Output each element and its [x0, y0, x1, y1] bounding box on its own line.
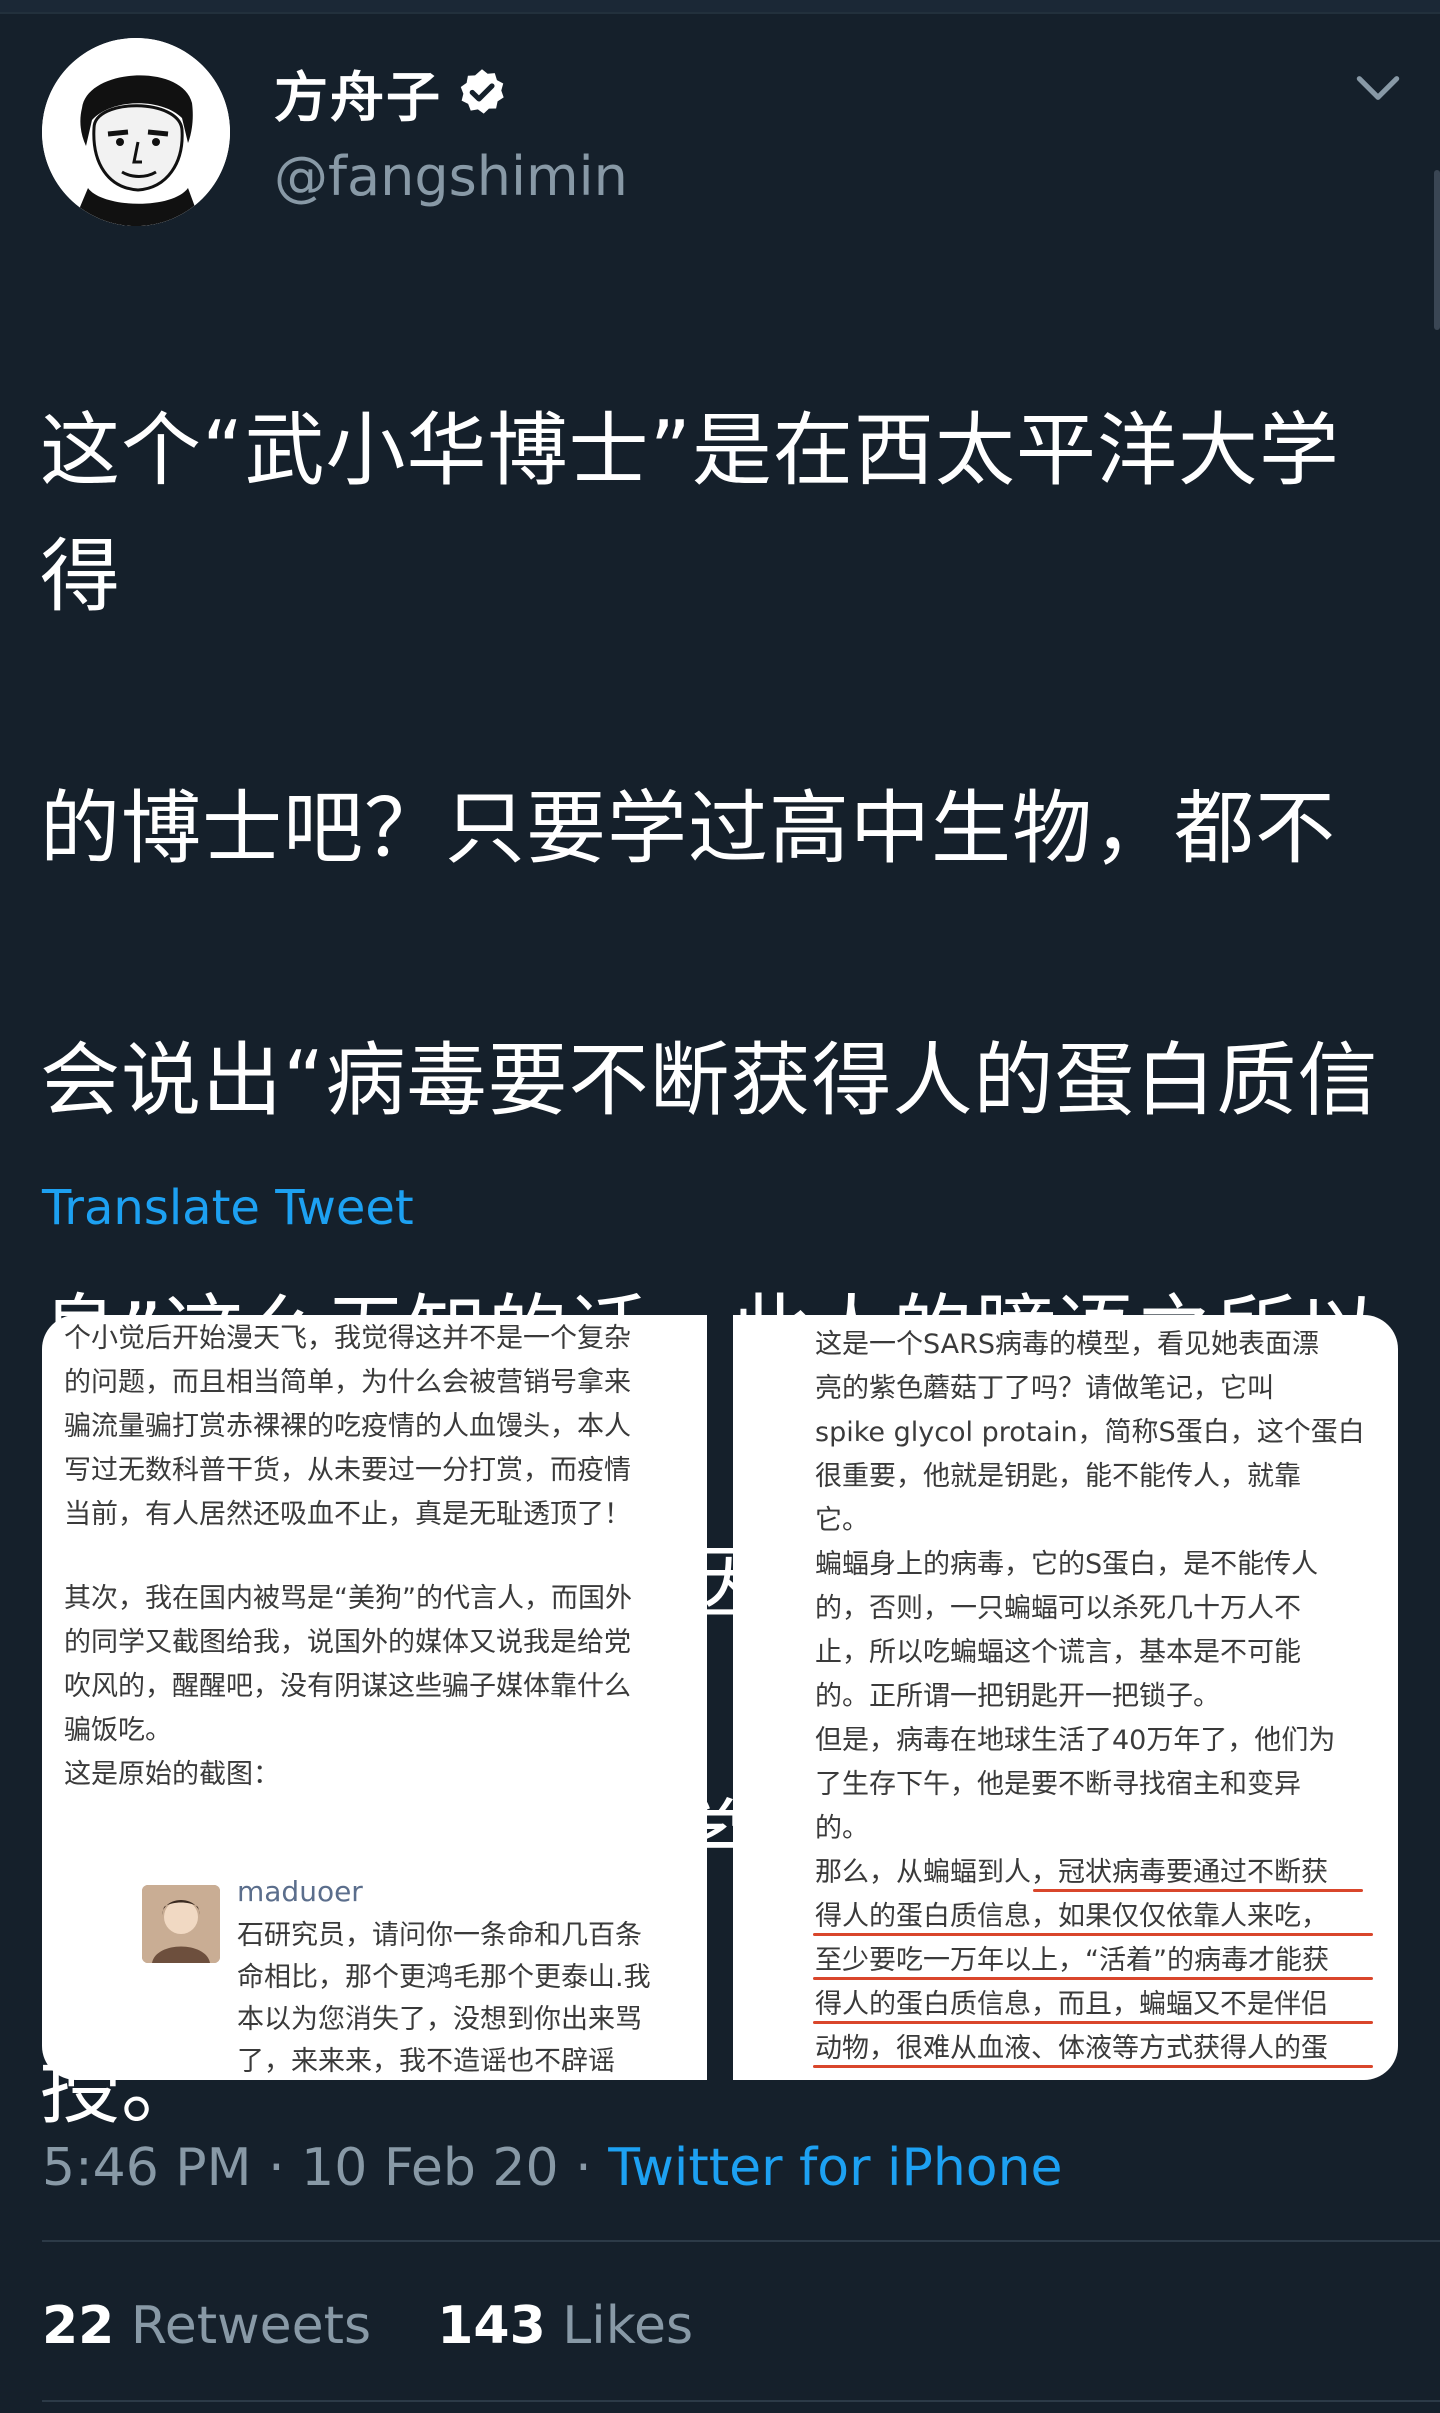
- scrollbar[interactable]: [1434, 170, 1440, 330]
- tweet-stats: 22 Retweets 143 Likes: [42, 2296, 693, 2356]
- verified-badge-icon: [460, 69, 504, 114]
- avatar[interactable]: [42, 38, 230, 226]
- translate-tweet-link[interactable]: Translate Tweet: [42, 1180, 414, 1236]
- likes-label: Likes: [562, 2296, 694, 2356]
- author-handle[interactable]: @fangshimin: [274, 145, 628, 208]
- media-image-right[interactable]: 这是一个SARS病毒的模型，看见她表面漂 亮的紫色蘑菇丁了吗？请做笔记，它叫 s…: [733, 1315, 1398, 2080]
- red-underline: [813, 2065, 1373, 2068]
- red-underline: [813, 2021, 1373, 2024]
- author-name[interactable]: 方舟子: [274, 53, 442, 132]
- comment-avatar: [142, 1885, 220, 1963]
- screenshot-paragraph: 其次，我在国内被骂是“美狗”的代言人，而国外 的同学又截图给我，说国外的媒体又说…: [64, 1583, 632, 1790]
- red-underline: [1033, 1889, 1363, 1892]
- divider: [42, 2240, 1440, 2242]
- divider: [42, 2400, 1440, 2402]
- top-edge: [0, 0, 1440, 14]
- screenshot-paragraph: 个小觉后开始漫天飞，我觉得这并不是一个复杂 的问题，而且相当简单，为什么会被营销…: [64, 1323, 631, 1530]
- retweets-label: Retweets: [130, 2296, 372, 2356]
- red-underline: [813, 1933, 1373, 1936]
- meta-separator: ·: [268, 2138, 285, 2198]
- screenshot-text: 这是一个SARS病毒的模型，看见她表面漂 亮的紫色蘑菇丁了吗？请做笔记，它叫 s…: [815, 1329, 1365, 2064]
- avatar-portrait: [42, 38, 230, 226]
- tweet-line: 的博士吧？只要学过高中生物，都不: [40, 782, 1336, 875]
- comment-text: 石研究员，请问你一条命和几百条 命相比，那个更鸿毛那个更泰山.我 本以为您消失了…: [237, 1920, 651, 2077]
- comment-avatar-image: [142, 1885, 220, 1963]
- author-name-row[interactable]: 方舟子: [274, 52, 508, 132]
- likes-count: 143: [437, 2296, 546, 2356]
- tweet-date: 10 Feb 20: [301, 2138, 559, 2198]
- chevron-down-icon[interactable]: [1350, 60, 1406, 116]
- retweets-count: 22: [42, 2296, 115, 2356]
- tweet-time: 5:46 PM: [42, 2138, 252, 2198]
- likes-stat[interactable]: 143 Likes: [437, 2296, 693, 2356]
- tweet-client-link[interactable]: Twitter for iPhone: [608, 2138, 1062, 2198]
- tweet-line: 这个“武小华博士”是在西太平洋大学得: [40, 404, 1340, 623]
- tweet-line: 会说出“病毒要不断获得人的蛋白质信: [40, 1034, 1379, 1127]
- retweets-stat[interactable]: 22 Retweets: [42, 2296, 371, 2356]
- meta-separator: ·: [575, 2138, 592, 2198]
- tweet-meta: 5:46 PM · 10 Feb 20 · Twitter for iPhone: [42, 2138, 1063, 2198]
- red-underline: [813, 1977, 1373, 1980]
- media-image-left[interactable]: 个小觉后开始漫天飞，我觉得这并不是一个复杂 的问题，而且相当简单，为什么会被营销…: [42, 1315, 707, 2080]
- comment-username: maduoer: [237, 1875, 363, 1908]
